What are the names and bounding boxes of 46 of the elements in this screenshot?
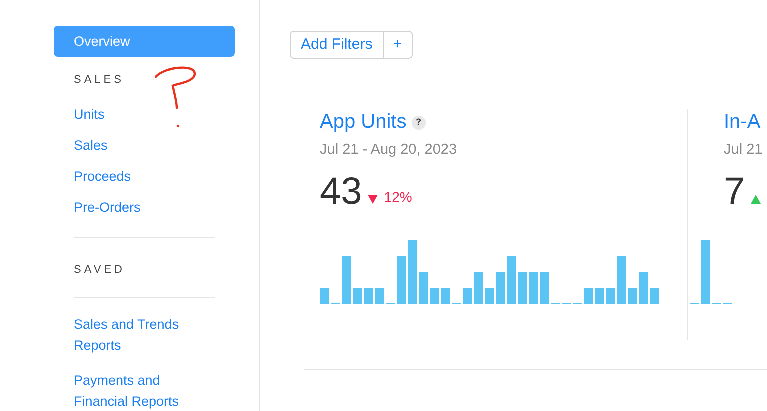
chart-bar bbox=[320, 288, 329, 304]
metric-value: 7 bbox=[724, 172, 746, 212]
chart-bar bbox=[496, 272, 505, 304]
chart-bar bbox=[397, 256, 406, 304]
chart-bar bbox=[485, 288, 494, 304]
card-title[interactable]: In-A bbox=[724, 107, 761, 137]
chart-bar bbox=[617, 256, 626, 304]
chart-bar bbox=[650, 288, 659, 304]
sidebar-item[interactable]: Units bbox=[54, 104, 235, 124]
chart-bar bbox=[474, 272, 483, 304]
question-mark-drawing bbox=[155, 66, 196, 128]
chart-bar bbox=[518, 272, 527, 304]
section-heading: SAVED bbox=[74, 264, 126, 276]
chart-bar bbox=[353, 288, 362, 304]
chart-bar bbox=[606, 288, 615, 304]
chart-bar bbox=[375, 288, 384, 304]
section-heading: SALES bbox=[74, 74, 124, 86]
chart-bar bbox=[639, 272, 648, 304]
change-percent: 12% bbox=[384, 188, 412, 207]
sidebar-item[interactable]: Pre-Orders bbox=[54, 196, 235, 218]
chart-bar bbox=[701, 240, 710, 304]
metric-value: 43 bbox=[320, 172, 362, 212]
chart-bar bbox=[540, 272, 549, 304]
sidebar-item[interactable]: Payments and Financial Reports bbox=[74, 370, 194, 411]
chart-bar bbox=[441, 288, 450, 304]
chart-bar bbox=[430, 288, 439, 304]
chart-bar bbox=[628, 288, 637, 304]
chart-bar bbox=[408, 240, 417, 304]
add-filter-button[interactable]: + bbox=[384, 31, 413, 59]
sidebar-item[interactable]: Sales bbox=[54, 134, 235, 156]
chart-bar bbox=[364, 288, 373, 304]
date-range: Jul 21 bbox=[724, 141, 763, 160]
chart-bar bbox=[342, 256, 351, 304]
date-range: Jul 21 - Aug 20, 2023 bbox=[320, 141, 458, 160]
sidebar-item[interactable]: Sales and Trends Reports bbox=[74, 314, 194, 356]
card-title[interactable]: App Units bbox=[320, 107, 407, 137]
sidebar-item[interactable]: Proceeds bbox=[54, 166, 235, 186]
sidebar-item[interactable]: Overview bbox=[54, 26, 235, 57]
chart-bar bbox=[584, 288, 593, 304]
add-filters-button[interactable]: Add Filters bbox=[290, 31, 384, 59]
chart-bar bbox=[419, 272, 428, 304]
chart-bar bbox=[463, 288, 472, 304]
chart-bar bbox=[507, 256, 516, 304]
chart-bar bbox=[529, 272, 538, 304]
help-button[interactable]: ? bbox=[412, 116, 426, 130]
chart-bar bbox=[595, 288, 604, 304]
